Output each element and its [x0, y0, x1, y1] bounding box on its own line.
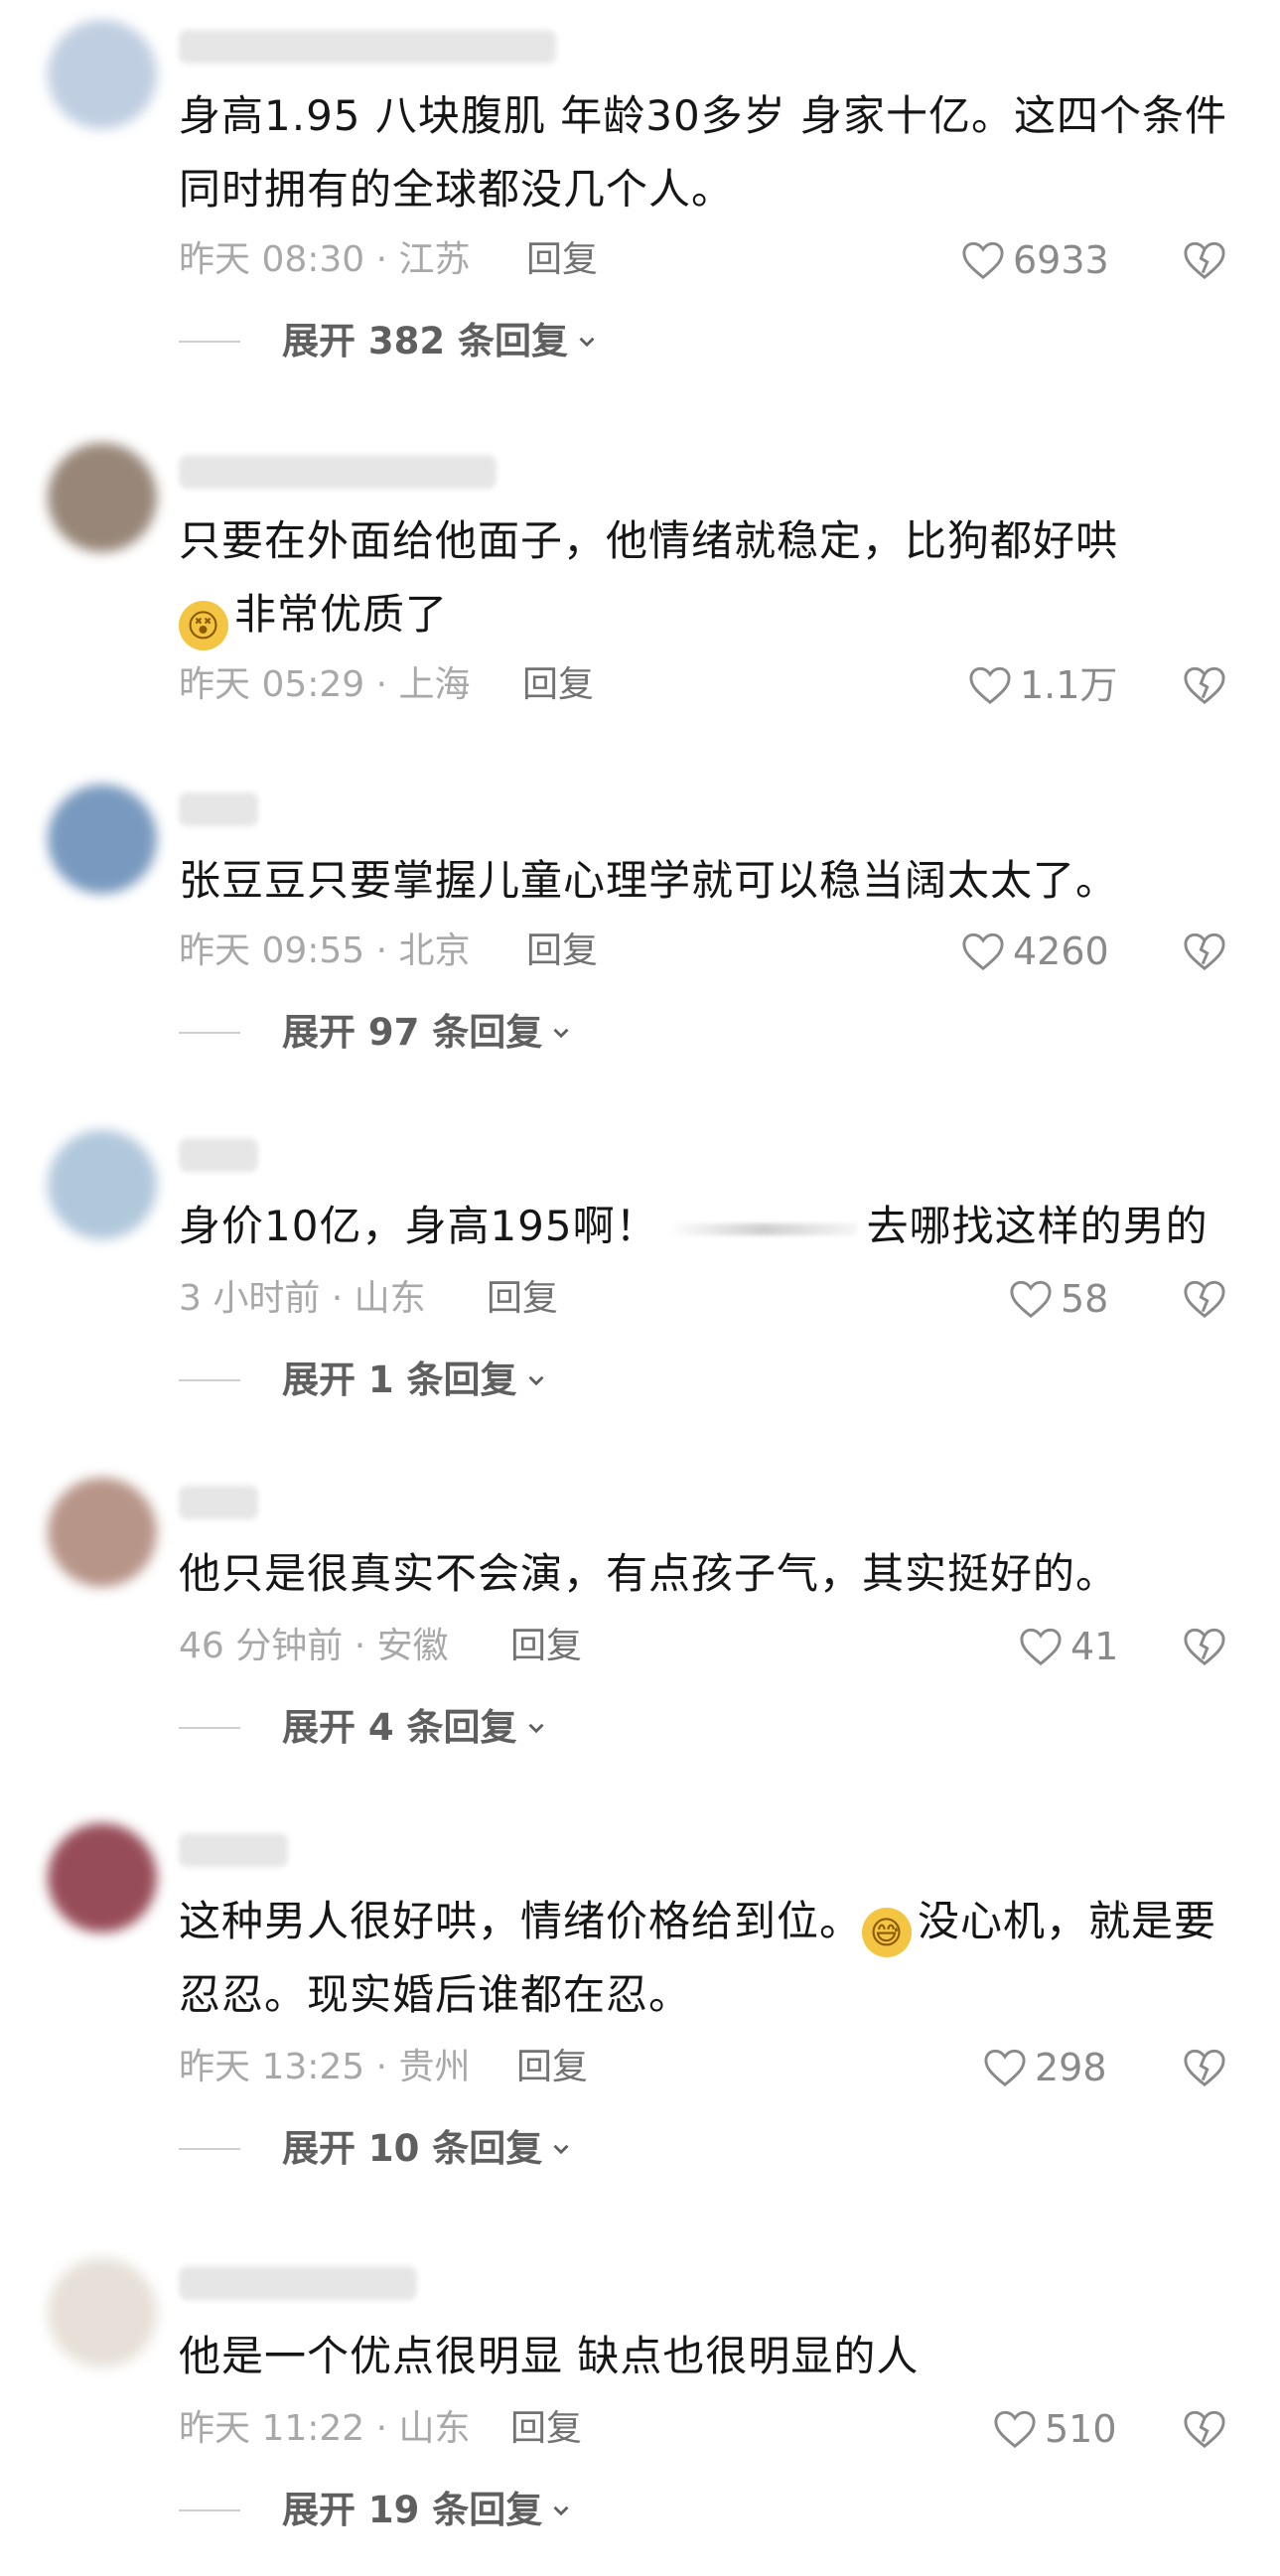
like-button[interactable]: 58 — [1009, 1269, 1108, 1329]
chevron-down-icon — [528, 1723, 544, 1734]
broken-heart-icon — [1184, 666, 1225, 705]
avatar[interactable] — [48, 443, 157, 552]
username-blurred[interactable] — [179, 1833, 288, 1867]
like-button[interactable]: 510 — [993, 2399, 1117, 2459]
divider-dash — [179, 1379, 240, 1381]
expand-replies-button[interactable]: 展开 1 条回复 — [179, 1351, 549, 1410]
expand-replies-label: 展开 97 条回复 — [282, 1011, 543, 1054]
comment-text: 身高1.95 八块腹肌 年龄30多岁 身家十亿。这四个条件同时拥有的全球都没几个… — [179, 91, 1228, 214]
reply-button[interactable]: 回复 — [516, 2038, 588, 2097]
username-blurred[interactable] — [179, 1138, 258, 1172]
dislike-button[interactable] — [1180, 2038, 1229, 2097]
heart-outline-icon — [984, 2049, 1026, 2087]
divider-dash — [179, 341, 240, 343]
like-button[interactable]: 298 — [983, 2038, 1107, 2097]
comment-text: 张豆豆只要掌握儿童心理学就可以稳当阔太太了。 — [179, 856, 1119, 905]
broken-heart-icon — [1184, 932, 1225, 971]
reply-button[interactable]: 回复 — [526, 230, 598, 290]
comment-time-location: 昨天 09:55 · 北京 — [179, 930, 471, 971]
expand-replies-label: 展开 4 条回复 — [282, 1706, 517, 1749]
heart-outline-icon — [962, 932, 1004, 971]
chevron-down-icon — [553, 2144, 569, 2155]
username-blurred[interactable] — [179, 1486, 258, 1519]
chevron-down-icon — [579, 337, 595, 348]
expand-replies-button[interactable]: 展开 4 条回复 — [179, 1698, 549, 1758]
comment-text: 只要在外面给他面子，他情绪就稳定，比狗都好哄 😵 非常优质了 — [179, 504, 1231, 651]
divider-dash — [179, 2148, 240, 2150]
expand-replies-label: 展开 1 条回复 — [282, 1359, 517, 1401]
expand-replies-button[interactable]: 展开 10 条回复 — [179, 2119, 574, 2179]
expand-replies-label: 展开 10 条回复 — [282, 2127, 543, 2170]
like-count: 6933 — [1013, 238, 1109, 282]
heart-outline-icon — [1020, 1628, 1062, 1666]
chevron-down-icon — [553, 1028, 569, 1039]
grinning-sweat-emoji-icon: 😅 — [862, 1908, 913, 1957]
reply-button[interactable]: 回复 — [522, 655, 594, 715]
avatar[interactable] — [48, 1478, 157, 1587]
like-button[interactable]: 4260 — [961, 922, 1109, 981]
broken-heart-icon — [1184, 241, 1225, 280]
reply-button[interactable]: 回复 — [526, 922, 598, 981]
dizzy-face-emoji-icon: 😵 — [179, 601, 228, 650]
comment-time-location: 46 分钟前 · 安徽 — [179, 1626, 449, 1666]
comment-time-location: 3 小时前 · 山东 — [179, 1278, 426, 1319]
like-button[interactable]: 1.1万 — [968, 655, 1117, 715]
broken-heart-icon — [1184, 1628, 1225, 1666]
expand-replies-button[interactable]: 展开 97 条回复 — [179, 1003, 574, 1063]
comment-text: 这种男人很好哄，情绪价格给到位。 😅 没心机，就是要忍忍。现实婚后谁都在忍。 — [179, 1897, 1217, 2019]
broken-heart-icon — [1184, 2410, 1225, 2449]
heart-outline-icon — [1010, 1280, 1052, 1319]
blurred-content — [667, 1222, 857, 1235]
comment-text: 身价10亿，身高195啊！ 去哪找这样的男的 — [179, 1202, 1209, 1250]
chevron-down-icon — [528, 1375, 544, 1386]
expand-replies-label: 展开 19 条回复 — [282, 2489, 543, 2531]
expand-replies-button[interactable]: 展开 382 条回复 — [179, 312, 600, 371]
dislike-button[interactable] — [1180, 1617, 1229, 1676]
username-blurred[interactable] — [179, 30, 556, 64]
divider-dash — [179, 1727, 240, 1729]
divider-dash — [179, 1032, 240, 1034]
comment-time-location: 昨天 05:29 · 上海 — [179, 664, 471, 705]
avatar[interactable] — [48, 1823, 157, 1932]
dislike-button[interactable] — [1180, 230, 1229, 290]
avatar[interactable] — [48, 1130, 157, 1239]
username-blurred[interactable] — [179, 455, 497, 489]
like-count: 41 — [1070, 1625, 1119, 1668]
like-count: 298 — [1035, 2046, 1107, 2089]
like-count: 1.1万 — [1020, 663, 1118, 707]
reply-button[interactable]: 回复 — [510, 1617, 582, 1676]
like-button[interactable]: 41 — [1019, 1617, 1118, 1676]
heart-outline-icon — [969, 666, 1011, 705]
dislike-button[interactable] — [1180, 2399, 1229, 2459]
comment-time-location: 昨天 13:25 · 贵州 — [179, 2047, 471, 2087]
comment-time-location: 昨天 11:22 · 山东 — [179, 2408, 471, 2449]
reply-button[interactable]: 回复 — [510, 2399, 582, 2459]
like-button[interactable]: 6933 — [961, 230, 1109, 290]
broken-heart-icon — [1184, 2049, 1225, 2087]
username-blurred[interactable] — [179, 792, 258, 826]
comment-text: 他只是很真实不会演，有点孩子气，其实挺好的。 — [179, 1549, 1119, 1598]
comment-time-location: 昨天 08:30 · 江苏 — [179, 239, 471, 280]
expand-replies-button[interactable]: 展开 19 条回复 — [179, 2481, 574, 2540]
chevron-down-icon — [553, 2505, 569, 2516]
comment-text: 他是一个优点很明显 缺点也很明显的人 — [179, 2332, 920, 2380]
divider-dash — [179, 2509, 240, 2511]
heart-outline-icon — [962, 241, 1004, 280]
username-blurred[interactable] — [179, 2266, 417, 2300]
expand-replies-label: 展开 382 条回复 — [282, 320, 568, 362]
reply-button[interactable]: 回复 — [487, 1269, 558, 1329]
dislike-button[interactable] — [1180, 655, 1229, 715]
like-count: 4260 — [1013, 930, 1109, 973]
broken-heart-icon — [1184, 1280, 1225, 1319]
dislike-button[interactable] — [1180, 1269, 1229, 1329]
avatar[interactable] — [48, 2258, 157, 2367]
dislike-button[interactable] — [1180, 922, 1229, 981]
avatar[interactable] — [48, 20, 157, 129]
like-count: 510 — [1045, 2407, 1117, 2451]
like-count: 58 — [1061, 1277, 1109, 1321]
avatar[interactable] — [48, 785, 157, 894]
heart-outline-icon — [994, 2410, 1036, 2449]
